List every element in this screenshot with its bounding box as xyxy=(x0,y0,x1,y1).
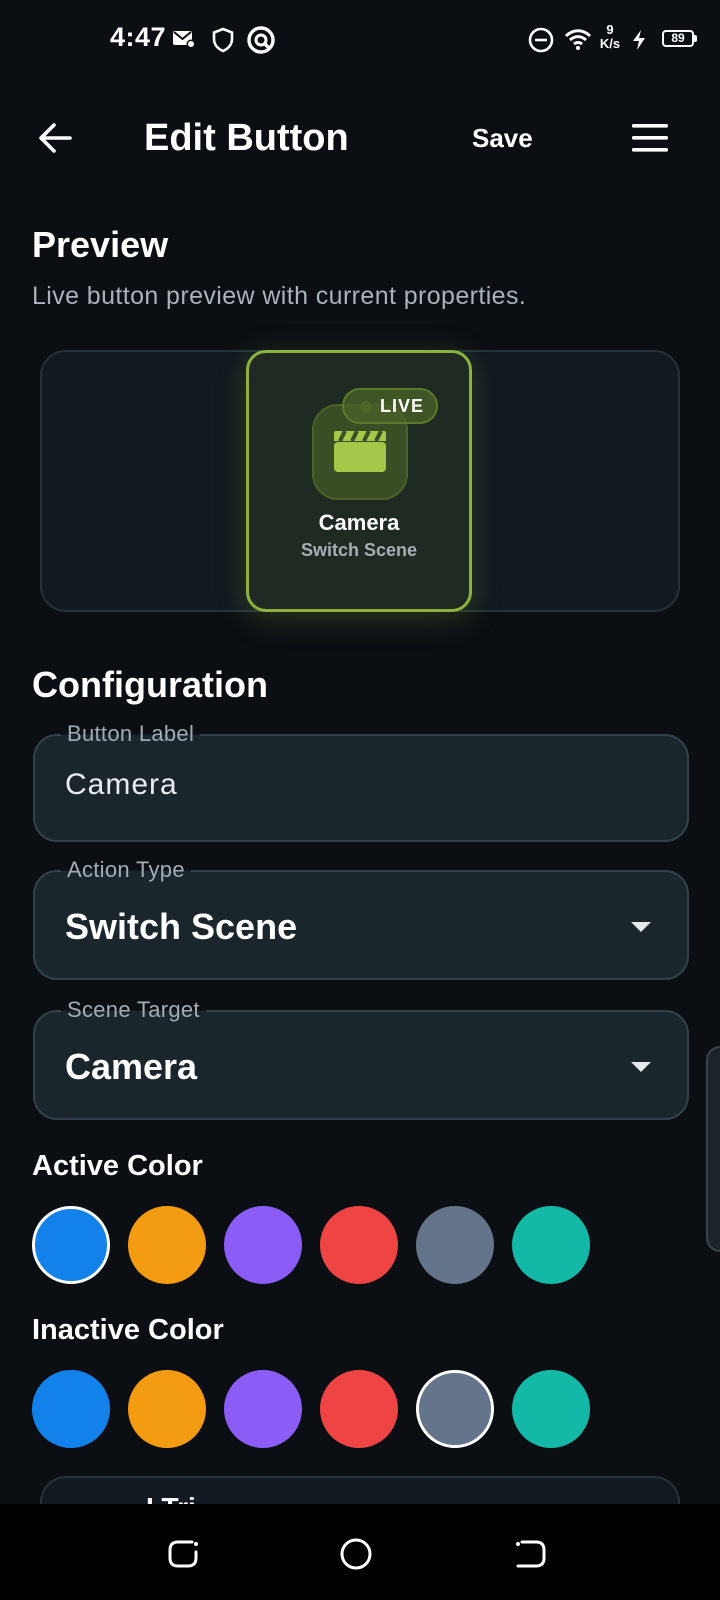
active-color-swatch-3[interactable] xyxy=(224,1206,302,1284)
menu-icon xyxy=(632,124,668,152)
dropdown-arrow-icon xyxy=(631,922,651,932)
recents-icon xyxy=(168,1540,198,1568)
network-speed: 9 K/s xyxy=(596,23,624,51)
active-color-swatch-4[interactable] xyxy=(320,1206,398,1284)
mail-settings-icon xyxy=(173,31,196,49)
active-color-swatch-6[interactable] xyxy=(512,1206,590,1284)
app-bar xyxy=(0,96,720,176)
circle-app-icon xyxy=(247,26,275,54)
charging-icon xyxy=(633,30,645,50)
inactive-color-swatch-5[interactable] xyxy=(416,1370,494,1448)
preview-title: Preview xyxy=(32,224,169,265)
menu-button[interactable] xyxy=(624,112,676,164)
scene-target-dropdown[interactable]: Scene Target Camera xyxy=(33,996,689,1120)
side-scroll-handle[interactable] xyxy=(706,1046,720,1252)
configuration-title: Configuration xyxy=(32,664,268,705)
button-label-input[interactable]: Camera xyxy=(65,768,178,802)
active-color-swatch-2[interactable] xyxy=(128,1206,206,1284)
action-type-value: Switch Scene xyxy=(65,906,298,947)
status-time: 4:47 xyxy=(110,22,167,52)
inactive-color-swatch-3[interactable] xyxy=(224,1370,302,1448)
arrow-left-icon xyxy=(39,123,72,153)
button-label-field[interactable]: Button Label Camera xyxy=(33,720,689,842)
wifi-icon xyxy=(564,29,592,50)
clapperboard-icon xyxy=(334,430,386,472)
active-color-title: Active Color xyxy=(32,1150,203,1182)
network-speed-unit: K/s xyxy=(599,36,621,51)
recents-button[interactable] xyxy=(162,1532,206,1576)
inactive-color-swatch-6[interactable] xyxy=(512,1370,590,1448)
battery-level: 89 xyxy=(671,31,685,45)
live-badge-text: LIVE xyxy=(380,396,425,416)
preview-subtitle: Live button preview with current propert… xyxy=(32,282,527,310)
do-not-disturb-icon xyxy=(528,27,554,53)
save-button[interactable]: Save xyxy=(472,112,533,164)
scene-target-label: Scene Target xyxy=(61,996,206,1024)
action-type-label: Action Type xyxy=(61,856,191,884)
inactive-color-swatch-4[interactable] xyxy=(320,1370,398,1448)
inactive-color-title: Inactive Color xyxy=(32,1314,224,1346)
action-type-dropdown[interactable]: Action Type Switch Scene xyxy=(33,856,689,980)
active-color-swatch-5[interactable] xyxy=(416,1206,494,1284)
dropdown-arrow-icon xyxy=(631,1062,651,1072)
scene-target-value: Camera xyxy=(65,1046,198,1087)
home-button[interactable] xyxy=(334,1532,378,1576)
shield-icon xyxy=(212,27,234,53)
battery-tip xyxy=(694,35,697,42)
inactive-color-swatch-1[interactable] xyxy=(32,1370,110,1448)
back-icon xyxy=(516,1540,546,1568)
preview-card-label: Camera xyxy=(318,510,400,535)
live-indicator-dot xyxy=(360,401,372,413)
back-button[interactable] xyxy=(30,112,82,164)
battery-icon: 89 xyxy=(662,30,694,47)
active-color-swatch-1[interactable] xyxy=(32,1206,110,1284)
home-icon xyxy=(340,1538,372,1570)
page-title: Edit Button xyxy=(144,117,349,159)
network-speed-value: 9 xyxy=(606,22,614,37)
inactive-color-swatch-2[interactable] xyxy=(128,1370,206,1448)
preview-card-action: Switch Scene xyxy=(300,540,418,560)
button-label-field-label: Button Label xyxy=(61,720,201,748)
nav-back-button[interactable] xyxy=(508,1532,552,1576)
